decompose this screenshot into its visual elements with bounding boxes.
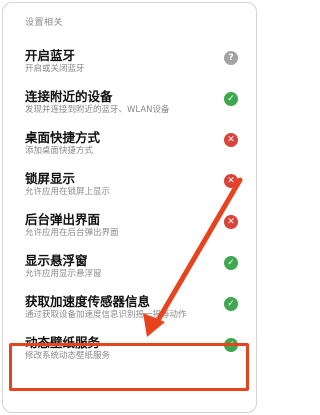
permission-subtitle: 添加桌面快捷方式 (25, 146, 94, 156)
permission-row-accelerometer[interactable]: 获取加速度传感器信息 通过获取设备加速度信息识别摇一摇等动作 ✓ (3, 287, 256, 328)
section-header: 设置相关 (25, 18, 64, 28)
permission-row-bluetooth[interactable]: 开启蓝牙 开启或关闭蓝牙 ? (3, 41, 256, 82)
permission-subtitle: 允许应用在锁屏上显示 (25, 187, 111, 197)
permission-row-desktop-shortcut[interactable]: 桌面快捷方式 添加桌面快捷方式 ✕ (3, 123, 256, 164)
check-icon[interactable]: ✓ (224, 297, 238, 311)
check-icon[interactable]: ✓ (224, 92, 238, 106)
permission-subtitle: 允许应用显示悬浮窗 (25, 269, 102, 279)
permission-subtitle: 发现并连接到附近的蓝牙、WLAN设备 (25, 105, 170, 115)
check-icon[interactable]: ✓ (224, 256, 238, 270)
permission-row-floating-window[interactable]: 显示悬浮窗 允许应用显示悬浮窗 ✓ (3, 246, 256, 287)
cross-icon[interactable]: ✕ (224, 133, 238, 147)
cross-icon[interactable]: ✕ (224, 215, 238, 229)
permission-row-background-popup[interactable]: 后台弹出界面 允许应用在后台弹出界面 ✕ (3, 205, 256, 246)
highlight-box (9, 343, 249, 391)
permission-list: 开启蓝牙 开启或关闭蓝牙 ? 连接附近的设备 发现并连接到附近的蓝牙、WLAN设… (3, 41, 256, 369)
permission-subtitle: 允许应用在后台弹出界面 (25, 228, 119, 238)
permission-subtitle: 开启或关闭蓝牙 (25, 64, 85, 74)
permission-row-nearby-devices[interactable]: 连接附近的设备 发现并连接到附近的蓝牙、WLAN设备 ✓ (3, 82, 256, 123)
question-icon[interactable]: ? (224, 51, 238, 65)
permission-row-lockscreen[interactable]: 锁屏显示 允许应用在锁屏上显示 ✕ (3, 164, 256, 205)
permission-subtitle: 通过获取设备加速度信息识别摇一摇等动作 (25, 310, 187, 320)
cross-icon[interactable]: ✕ (224, 174, 238, 188)
